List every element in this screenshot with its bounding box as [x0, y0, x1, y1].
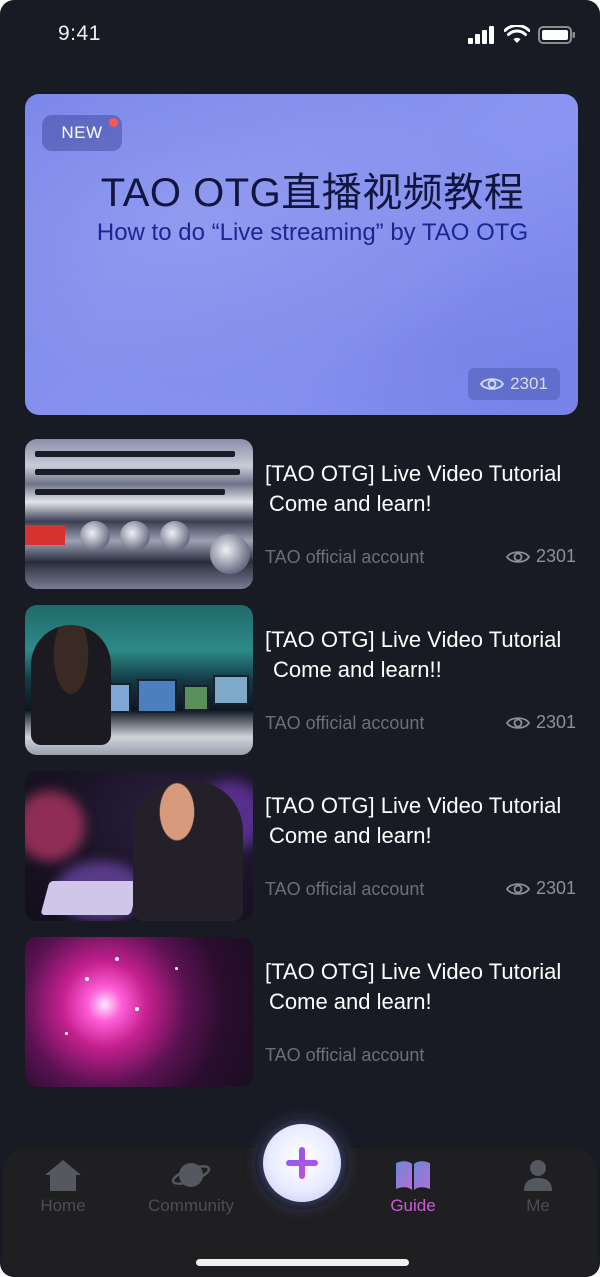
video-title-line2: Come and learn! [269, 823, 432, 848]
video-title-line1: [TAO OTG] Live Video Tutorial [265, 959, 562, 984]
video-title-line1: [TAO OTG] Live Video Tutorial [265, 627, 562, 652]
tab-home-label: Home [40, 1196, 86, 1215]
tab-me[interactable]: Me [483, 1158, 593, 1228]
tab-me-label: Me [526, 1196, 550, 1215]
tab-home[interactable]: Home [8, 1158, 118, 1228]
eye-icon [505, 550, 530, 563]
video-title: [TAO OTG] Live Video Tutorial Come and l… [265, 791, 595, 851]
eye-icon [505, 716, 530, 729]
video-list-item[interactable]: [TAO OTG] Live Video Tutorial Come and l… [25, 937, 580, 1089]
tab-guide-label: Guide [390, 1196, 436, 1215]
home-indicator[interactable] [196, 1259, 409, 1266]
video-view-count: 2301 [505, 878, 576, 899]
video-title: [TAO OTG] Live Video Tutorial Come and l… [265, 957, 595, 1017]
video-thumbnail[interactable] [25, 439, 253, 589]
video-view-count: 2301 [505, 546, 576, 567]
plus-icon [286, 1147, 318, 1179]
planet-icon [171, 1163, 211, 1187]
tab-community-label: Community [148, 1196, 234, 1215]
video-title-line1: [TAO OTG] Live Video Tutorial [265, 461, 562, 486]
notification-dot [109, 118, 118, 127]
video-list-item[interactable]: [TAO OTG] Live Video Tutorial Come and l… [25, 439, 580, 591]
video-author: TAO official account [265, 547, 425, 567]
new-badge: NEW [42, 115, 122, 151]
video-author: TAO official account [265, 713, 425, 733]
status-time: 9:41 [58, 22, 101, 45]
create-button[interactable] [263, 1124, 341, 1202]
video-title-line1: [TAO OTG] Live Video Tutorial [265, 793, 562, 818]
battery-icon [538, 26, 575, 44]
video-title: [TAO OTG] Live Video Tutorial Come and l… [265, 625, 595, 685]
video-list-item[interactable]: [TAO OTG] Live Video Tutorial Come and l… [25, 771, 580, 923]
book-icon [396, 1161, 430, 1190]
tab-community[interactable]: Community [136, 1158, 246, 1228]
video-view-count: 2301 [505, 712, 576, 733]
video-title-line2: Come and learn! [269, 491, 432, 516]
video-list-item[interactable]: [TAO OTG] Live Video Tutorial Come and l… [25, 605, 580, 757]
video-title: [TAO OTG] Live Video Tutorial Come and l… [265, 459, 595, 519]
banner-views-value: 2301 [510, 374, 548, 393]
new-badge-label: NEW [61, 123, 103, 142]
eye-icon [480, 378, 505, 390]
status-bar: 9:41 [0, 0, 600, 70]
cellular-signal-icon [468, 26, 494, 44]
video-views-value: 2301 [535, 546, 576, 566]
wifi-icon [504, 25, 530, 43]
video-title-line2: Come and learn! [269, 989, 432, 1014]
video-views-value: 2301 [535, 712, 576, 732]
video-views-value: 2301 [535, 878, 576, 898]
app-screen: 9:41 NEW TAO OTG直播视频教程 How to do “Live s… [0, 0, 600, 1277]
banner-subtitle: How to do “Live streaming” by TAO OTG [96, 219, 529, 246]
person-icon [524, 1160, 552, 1191]
eye-icon [505, 882, 530, 895]
banner-title: TAO OTG直播视频教程 [100, 171, 525, 215]
featured-video-banner[interactable]: NEW TAO OTG直播视频教程 How to do “Live stream… [25, 94, 578, 415]
video-thumbnail[interactable] [25, 771, 253, 921]
fab-container [255, 1116, 349, 1210]
video-thumbnail[interactable] [25, 605, 253, 755]
video-author: TAO official account [265, 1045, 425, 1065]
video-author: TAO official account [265, 879, 425, 899]
video-thumbnail[interactable] [25, 937, 253, 1087]
tab-guide[interactable]: Guide [358, 1158, 468, 1228]
banner-view-count: 2301 [468, 368, 560, 400]
status-icons [468, 25, 576, 45]
home-icon [45, 1160, 81, 1191]
video-title-line2: Come and learn!! [273, 657, 442, 682]
